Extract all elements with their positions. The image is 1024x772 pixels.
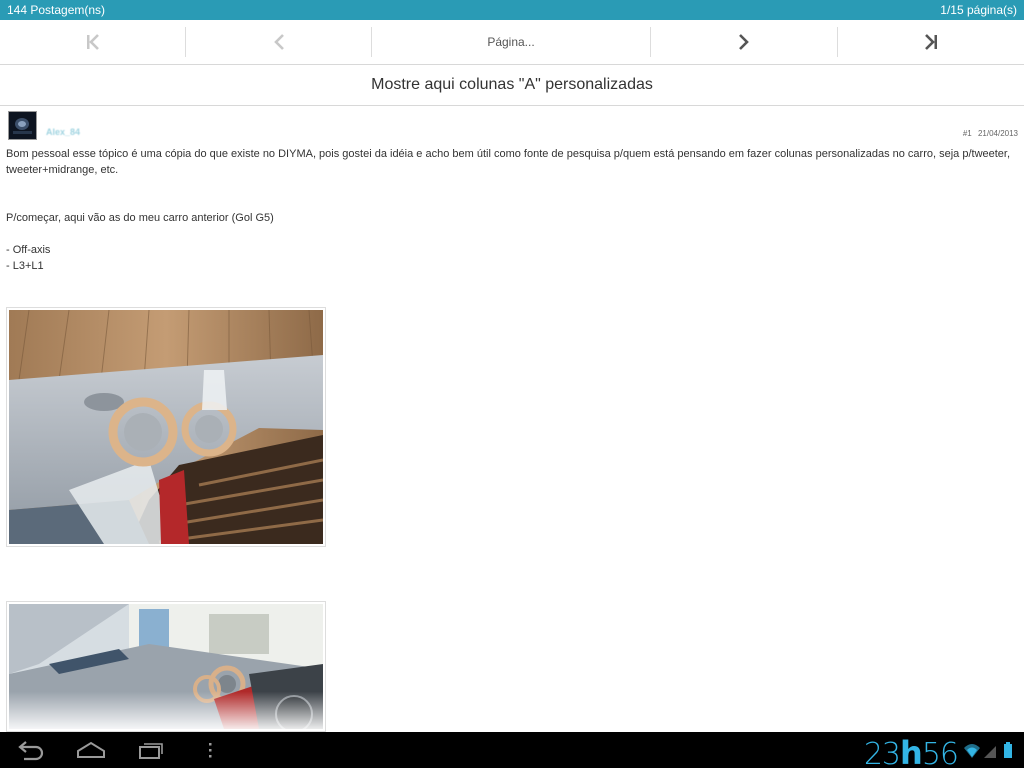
post-line: P/começar, aqui vão as do meu carro ante…: [6, 212, 274, 224]
avatar[interactable]: [8, 111, 37, 140]
post-image[interactable]: [6, 601, 326, 732]
last-page-button[interactable]: [837, 27, 1024, 57]
page-select-button[interactable]: Página...: [371, 27, 650, 57]
page-count: 1/15 página(s): [940, 3, 1017, 17]
post-number: #1: [962, 129, 972, 138]
next-page-icon: [739, 34, 749, 50]
status-icons[interactable]: [962, 740, 1018, 762]
post-header: Alex_84 #1 21/04/2013: [0, 106, 1024, 146]
back-icon: [18, 741, 44, 761]
home-button[interactable]: [76, 738, 106, 762]
post-line: - Off-axis: [6, 244, 51, 256]
post-meta: #1 21/04/2013: [963, 129, 1018, 138]
recent-apps-button[interactable]: [137, 738, 165, 762]
clock-hours: 23: [863, 737, 901, 772]
next-page-button[interactable]: [650, 27, 837, 57]
thread-info-bar: 144 Postagem(ns) 1/15 página(s): [0, 0, 1024, 20]
last-page-icon: [925, 34, 937, 50]
wifi-icon: [964, 744, 980, 758]
post-body: Bom pessoal esse tópico é uma cópia do q…: [6, 146, 1016, 274]
post-line: [6, 194, 1016, 210]
menu-icon: [209, 743, 212, 758]
prev-page-icon: [273, 34, 284, 50]
post-date: 21/04/2013: [977, 129, 1018, 138]
menu-button[interactable]: [203, 738, 217, 762]
system-nav-bar: 23h56: [0, 732, 1024, 772]
status-clock[interactable]: 23h56: [863, 734, 959, 772]
clock-separator: h: [900, 734, 923, 772]
post-image[interactable]: [6, 307, 326, 547]
post-line: [6, 178, 1016, 194]
post-line: - L3+L1: [6, 260, 44, 272]
prev-page-button[interactable]: [185, 27, 371, 57]
post-count: 144 Postagem(ns): [7, 3, 106, 17]
first-page-button[interactable]: [0, 27, 185, 57]
post-line: [6, 226, 1016, 242]
post-line: Bom pessoal esse tópico é uma cópia do q…: [6, 148, 1011, 176]
first-page-icon: [86, 34, 99, 50]
post-author[interactable]: Alex_84: [46, 127, 80, 137]
pagination-bar: Página...: [0, 20, 1024, 65]
signal-icon: [984, 746, 996, 758]
recent-apps-icon: [139, 743, 163, 759]
page-select-label: Página...: [487, 35, 535, 49]
thread-title: Mostre aqui colunas "A" personalizadas: [0, 65, 1024, 106]
back-button[interactable]: [16, 738, 44, 762]
clock-minutes: 56: [921, 737, 959, 772]
home-icon: [77, 741, 105, 758]
battery-icon: [1004, 742, 1012, 758]
